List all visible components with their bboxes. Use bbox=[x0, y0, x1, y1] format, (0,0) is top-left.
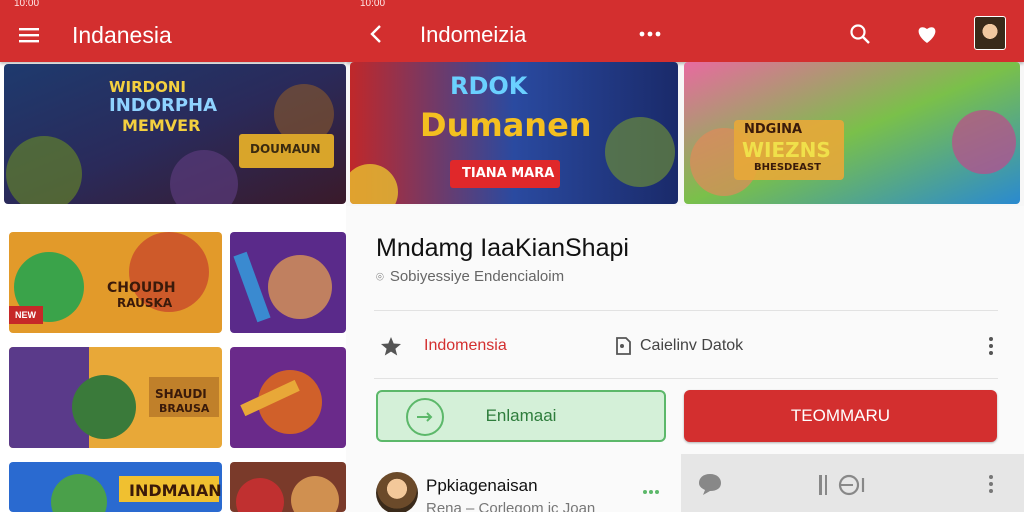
developer-row[interactable]: Ppkiagenaisan Rena – Corlegom ic Joan bbox=[376, 468, 676, 512]
scan-icon[interactable] bbox=[817, 472, 869, 503]
banner-line3: MEMVER bbox=[122, 116, 201, 135]
game-card[interactable] bbox=[230, 347, 346, 448]
status-time: 10:00 bbox=[360, 0, 386, 9]
star-icon bbox=[381, 337, 401, 356]
banner-line1: WIRDONI bbox=[109, 78, 187, 96]
rating-icon: ⌾ bbox=[376, 269, 384, 284]
banner-line1: NDGINA bbox=[744, 122, 803, 137]
action-panel bbox=[681, 454, 1024, 512]
category-label: Caielinv Datok bbox=[640, 337, 744, 354]
secondary-button[interactable]: Enlamaai bbox=[376, 390, 666, 442]
appbar-title: Indanesia bbox=[72, 22, 172, 48]
back-icon[interactable] bbox=[364, 22, 388, 46]
tag-icon bbox=[616, 337, 631, 355]
card-label: INDMAIAN bbox=[129, 481, 222, 500]
right-screen: 10:00 Indomeizia RDOK Dumanen TIANA MARA bbox=[346, 0, 1024, 512]
game-card[interactable]: SHAUDI BRAUSA bbox=[9, 347, 222, 448]
card-label-2: BRAUSA bbox=[159, 402, 210, 415]
game-card[interactable]: CHOUDH RAUSKA NEW bbox=[9, 232, 222, 333]
status-time: 10:00 bbox=[14, 0, 40, 9]
appbar-title: Indomeizia bbox=[420, 22, 527, 47]
game-card[interactable] bbox=[230, 462, 346, 512]
banner-line2: WIEZNS bbox=[742, 138, 831, 162]
featured-banner[interactable]: NDGINA WIEZNS BHESDEAST bbox=[684, 62, 1020, 204]
heart-icon[interactable] bbox=[914, 22, 940, 46]
app-subtitle: ⌾ Sobiyessiye Endencialoim bbox=[376, 268, 564, 285]
card-label: SHAUDI bbox=[155, 387, 207, 401]
left-screen: 10:00 Indanesia WIRDONI INDORPHA MEMVER … bbox=[0, 0, 346, 512]
banner-line2: INDORPHA bbox=[109, 95, 218, 116]
developer-avatar bbox=[376, 472, 418, 512]
country-label: Indomensia bbox=[424, 337, 507, 354]
divider bbox=[374, 310, 998, 311]
primary-button-label: TEOMMARU bbox=[790, 406, 891, 425]
game-card[interactable]: INDMAIAN bbox=[9, 462, 222, 512]
app-detail: Mndamg IaaKianShapi ⌾ Sobiyessiye Endenci… bbox=[346, 206, 1024, 512]
developer-subtitle: Rena – Corlegom ic Joan bbox=[426, 500, 596, 512]
card-label-2: RAUSKA bbox=[117, 296, 173, 310]
divider bbox=[374, 378, 998, 379]
app-title: Mndamg IaaKianShapi bbox=[376, 234, 629, 262]
developer-name: Ppkiagenaisan bbox=[426, 476, 538, 495]
more-horizontal-icon[interactable] bbox=[638, 24, 662, 44]
banner-line2: Dumanen bbox=[420, 106, 592, 144]
featured-banner[interactable]: WIRDONI INDORPHA MEMVER DOUMAUN bbox=[4, 64, 346, 204]
more-vertical-icon[interactable] bbox=[988, 336, 994, 356]
download-icon bbox=[406, 398, 444, 436]
app-bar: 10:00 Indomeizia bbox=[346, 0, 1024, 62]
banner-strip: BHESDEAST bbox=[754, 162, 821, 173]
primary-button[interactable]: TEOMMARU bbox=[684, 390, 997, 442]
category-item[interactable]: Caielinv Datok bbox=[614, 336, 743, 356]
status-bar: 10:00 bbox=[0, 0, 346, 10]
banner-strip: TIANA MARA bbox=[462, 166, 555, 181]
card-tag: NEW bbox=[15, 310, 36, 320]
search-icon[interactable] bbox=[848, 22, 872, 46]
banner-line1: RDOK bbox=[450, 72, 528, 100]
banner-badge: DOUMAUN bbox=[250, 142, 321, 156]
more-vertical-icon[interactable] bbox=[988, 474, 994, 499]
secondary-button-label: Enlamaai bbox=[485, 406, 557, 425]
featured-banner[interactable]: RDOK Dumanen TIANA MARA bbox=[350, 62, 678, 204]
more-horizontal-icon[interactable] bbox=[642, 482, 660, 500]
card-label: CHOUDH bbox=[107, 280, 176, 296]
game-card[interactable] bbox=[230, 232, 346, 333]
profile-avatar[interactable] bbox=[974, 16, 1006, 50]
app-subtitle-text: Sobiyessiye Endencialoim bbox=[389, 268, 565, 285]
meta-row: Indomensia Caielinv Datok bbox=[376, 326, 998, 366]
status-bar: 10:00 bbox=[346, 0, 1024, 10]
comment-icon[interactable] bbox=[697, 472, 723, 501]
app-bar: 10:00 Indanesia bbox=[0, 0, 346, 62]
country-item[interactable]: Indomensia bbox=[380, 336, 507, 356]
menu-icon[interactable] bbox=[16, 24, 42, 46]
